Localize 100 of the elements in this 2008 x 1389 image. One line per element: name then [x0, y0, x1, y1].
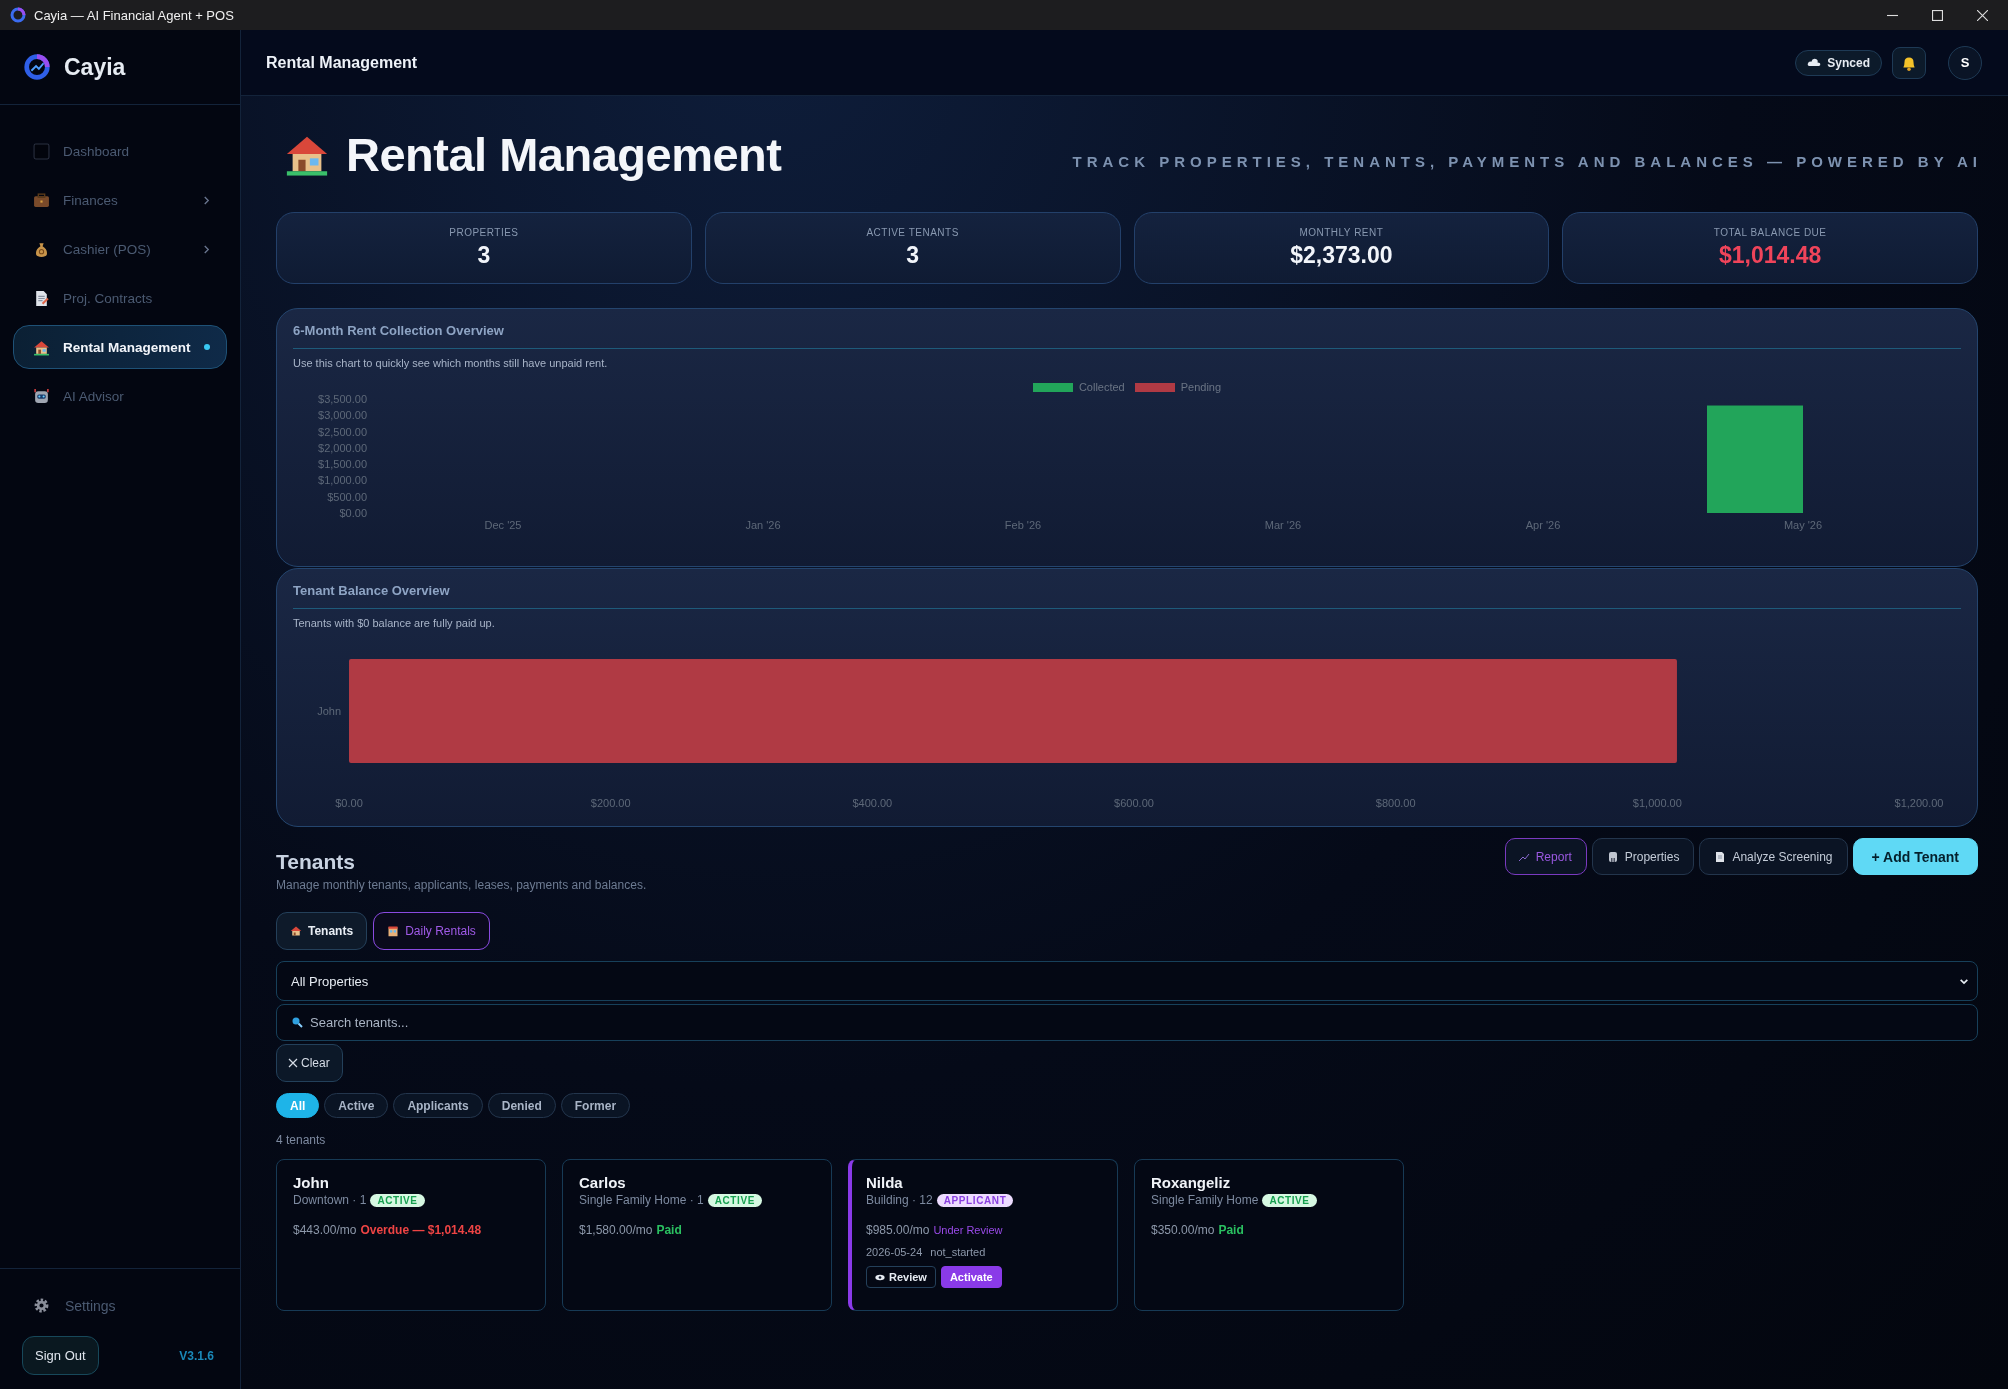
filter-chip[interactable]: Applicants	[393, 1093, 483, 1118]
axis-tick-label: May '26	[1783, 519, 1823, 531]
card-button[interactable]: Review	[866, 1266, 936, 1288]
property-label: Building · 12	[866, 1193, 933, 1207]
tenant-count: 4 tenants	[276, 1133, 327, 1147]
filter-chip[interactable]: Active	[324, 1093, 389, 1118]
stat-label: ACTIVE TENANTS	[866, 227, 959, 238]
settings-icon	[33, 1297, 50, 1314]
section-subtitle: Manage monthly tenants, applicants, leases, payments and balances.	[276, 878, 647, 892]
axis-tick-label: Feb '26	[1004, 519, 1042, 531]
property-label: Single Family Home · 1	[579, 1193, 704, 1207]
chart-subtitle: Use this chart to quickly see which months still have unpaid rent.	[293, 357, 609, 369]
card-button[interactable]: Activate	[940, 1266, 1002, 1288]
stat-label: TOTAL BALANCE DUE	[1713, 227, 1827, 238]
screening-status: not_started	[930, 1246, 986, 1258]
tenant-card[interactable]: Nilda Building · 12 APPLICANT $985.00/mo Under Review 2026-05-24 not_started Review Activate	[848, 1159, 1118, 1311]
nav-item[interactable]: Rental Management	[13, 325, 227, 369]
sync-status-badge: Synced	[1795, 49, 1882, 76]
hotel-icon	[387, 925, 400, 937]
rent-amount: $1,580.00/mo	[579, 1223, 653, 1237]
version-label: V3.1.6	[179, 1348, 214, 1363]
status-badge: ACTIVE	[1262, 1193, 1317, 1207]
legend-label: Pending	[1180, 381, 1222, 393]
tenant-name: Carlos	[579, 1174, 627, 1191]
axis-tick-label: $0.00	[339, 507, 367, 519]
tab[interactable]: Daily Rentals	[373, 912, 490, 950]
action-button[interactable]: Report	[1504, 838, 1587, 875]
axis-tick-label: Apr '26	[1525, 519, 1561, 531]
header-title: Rental Management	[266, 53, 418, 72]
notifications-button[interactable]	[1892, 46, 1926, 79]
legend-label: Collected	[1078, 381, 1125, 393]
axis-tick-label: $0.00	[335, 797, 363, 809]
filter-chip[interactable]: Denied	[487, 1093, 556, 1118]
eye-icon	[875, 1273, 885, 1281]
axis-tick-label: $1,000.00	[318, 474, 367, 487]
rent-amount: $443.00/mo	[293, 1223, 357, 1237]
search-icon	[291, 1016, 303, 1028]
tenant-card[interactable]: Carlos Single Family Home · 1 ACTIVE $1,580.00/mo Paid	[562, 1159, 832, 1311]
axis-tick-label: $200.00	[590, 797, 631, 809]
axis-tick-label: $2,000.00	[318, 441, 367, 454]
axis-tick-label: Mar '26	[1264, 519, 1302, 531]
axis-tick-label: $1,000.00	[1632, 797, 1682, 809]
axis-tick-label: $500.00	[327, 490, 367, 503]
document-icon	[33, 289, 50, 307]
axis-tick-label: $1,500.00	[318, 458, 367, 471]
section-title: Tenants	[276, 850, 356, 874]
property-label: Single Family Home	[1151, 1193, 1259, 1207]
date-label: 2026-05-24	[866, 1246, 923, 1258]
axis-tick-label: $800.00	[1375, 797, 1416, 809]
status-badge: APPLICANT	[936, 1193, 1014, 1207]
axis-tick-label: $2,500.00	[318, 425, 367, 438]
briefcase-icon	[33, 191, 50, 209]
tenant-name: Nilda	[866, 1174, 904, 1191]
axis-tick-label: $1,200.00	[1894, 797, 1944, 809]
robot-icon	[33, 387, 50, 405]
house-icon	[290, 925, 302, 937]
app-logo-icon	[10, 7, 26, 23]
close-icon[interactable]	[1977, 9, 1988, 21]
tenant-name: John	[293, 1174, 330, 1191]
chart-title: 6-Month Rent Collection Overview	[293, 323, 1961, 349]
money-bag-icon	[33, 240, 50, 258]
chart-title: Tenant Balance Overview	[293, 583, 1961, 609]
close-icon	[288, 1058, 298, 1068]
axis-tick-label: Jan '26	[745, 519, 781, 531]
sign-out-button[interactable]: Sign Out	[22, 1336, 99, 1375]
filter-chip[interactable]: Former	[560, 1093, 631, 1118]
stat-label: PROPERTIES	[449, 227, 519, 238]
stat-value: $2,373.00	[1290, 242, 1393, 269]
action-button[interactable]: Properties	[1591, 838, 1695, 875]
maximize-icon[interactable]	[1932, 9, 1943, 21]
action-button[interactable]: Analyze Screening	[1699, 838, 1848, 875]
tenant-name: Roxangeliz	[1151, 1174, 1232, 1191]
rent-amount: $350.00/mo	[1151, 1223, 1215, 1237]
status-badge: ACTIVE	[370, 1193, 425, 1207]
stat-value: $1,014.48	[1718, 242, 1822, 269]
page-title: Rental Management	[346, 126, 782, 182]
status-badge: ACTIVE	[707, 1193, 762, 1207]
axis-tick-label: $400.00	[852, 797, 893, 809]
building-icon	[1606, 850, 1619, 863]
square-icon	[33, 142, 50, 160]
axis-tick-label: John	[317, 705, 341, 717]
payment-status: Paid	[1218, 1223, 1244, 1237]
clear-button[interactable]: Clear	[276, 1044, 343, 1082]
stat-value: 3	[477, 242, 491, 269]
property-select[interactable]: All Properties	[276, 961, 1978, 1001]
tenant-card[interactable]: Roxangeliz Single Family Home ACTIVE $350.00/mo Paid	[1134, 1159, 1404, 1311]
chart-subtitle: Tenants with $0 balance are fully paid up.	[293, 617, 496, 629]
logo-icon	[22, 52, 52, 82]
brand-name: Cayia	[64, 53, 126, 81]
user-avatar[interactable]: S	[1948, 45, 1982, 80]
page-tagline: TRACK PROPERTIES, TENANTS, PAYMENTS AND BALANCES — POWERED BY AI	[1072, 152, 1982, 170]
document-icon	[1714, 850, 1727, 863]
tenant-card[interactable]: John Downtown · 1 ACTIVE $443.00/mo Overdue — $1,014.48	[276, 1159, 546, 1311]
action-button[interactable]: + Add Tenant	[1852, 838, 1978, 875]
tab[interactable]: Tenants	[276, 912, 368, 950]
house-icon	[33, 338, 50, 356]
search-field[interactable]: Search tenants...	[276, 1004, 1978, 1041]
axis-tick-label: Dec '25	[484, 519, 522, 531]
axis-tick-label: $3,500.00	[318, 393, 367, 405]
chevron-down-icon	[1959, 977, 1969, 985]
